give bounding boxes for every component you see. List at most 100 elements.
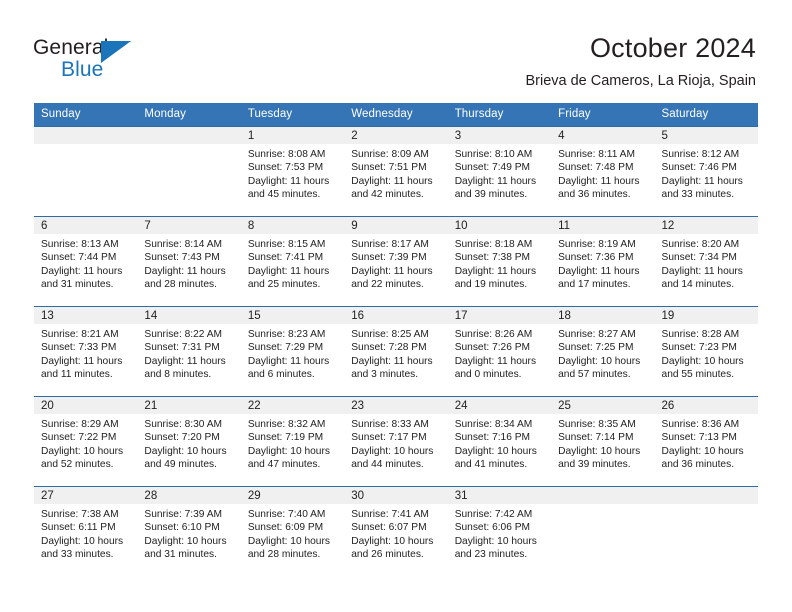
day-details: Sunrise: 7:39 AM Sunset: 6:10 PM Daylight:… [137, 504, 240, 562]
sunrise-text: Sunrise: 8:19 AM [558, 239, 636, 250]
calendar-day-cell[interactable]: 19 Sunrise: 8:28 AM Sunset: 7:23 PM Dayligh… [654, 306, 758, 397]
day-number: 27 [34, 487, 138, 504]
daylight-text-line2: and 31 minutes. [144, 549, 217, 561]
sunrise-text: Sunrise: 8:10 AM [454, 149, 533, 160]
calendar-day-cell[interactable]: 30 Sunrise: 7:41 AM Sunset: 6:07 PM Dayligh… [344, 486, 448, 577]
daylight-text-line2: and 57 minutes. [558, 369, 631, 381]
daylight-text-line2: and 28 minutes. [144, 279, 217, 291]
calendar-day-cell[interactable]: 17 Sunrise: 8:26 AM Sunset: 7:26 PM Dayligh… [447, 306, 552, 397]
daylight-text-line1: Daylight: 11 hours [247, 265, 330, 277]
day-number [34, 127, 138, 144]
sunset-text: Sunset: 7:26 PM [454, 342, 531, 354]
daylight-text-line2: and 8 minutes. [144, 369, 212, 381]
daylight-text-line2: and 39 minutes. [454, 189, 528, 201]
day-details: Sunrise: 8:17 AM Sunset: 7:39 PM Daylight:… [344, 234, 447, 292]
calendar-day-cell[interactable]: 11 Sunrise: 8:19 AM Sunset: 7:36 PM Dayligh… [551, 216, 655, 307]
general-blue-logo[interactable]: General Blue [33, 36, 163, 88]
day-details: Sunrise: 7:38 AM Sunset: 6:11 PM Daylight:… [34, 504, 137, 562]
calendar-day-cell[interactable]: 14 Sunrise: 8:22 AM Sunset: 7:31 PM Dayligh… [137, 306, 241, 397]
calendar-day-cell[interactable]: 24 Sunrise: 8:34 AM Sunset: 7:16 PM Dayligh… [447, 396, 552, 487]
sunrise-text: Sunrise: 8:18 AM [454, 239, 533, 250]
sunrise-text: Sunrise: 8:30 AM [144, 419, 223, 430]
calendar-day-cell[interactable]: 23 Sunrise: 8:33 AM Sunset: 7:17 PM Dayligh… [344, 396, 448, 487]
day-number: 9 [344, 217, 448, 234]
day-number: 14 [137, 307, 241, 324]
sunset-text: Sunset: 7:29 PM [247, 342, 324, 354]
calendar-day-cell[interactable]: 7 Sunrise: 8:14 AM Sunset: 7:43 PM Daylight… [137, 216, 241, 307]
calendar-day-cell[interactable]: 12 Sunrise: 8:20 AM Sunset: 7:34 PM Dayligh… [654, 216, 758, 307]
sunrise-text: Sunrise: 8:09 AM [351, 149, 429, 160]
day-number: 19 [654, 307, 758, 324]
sunrise-text: Sunrise: 7:40 AM [247, 509, 326, 520]
sunrise-text: Sunrise: 8:33 AM [351, 419, 429, 430]
calendar-day-cell[interactable]: 4 Sunrise: 8:11 AM Sunset: 7:48 PM Daylight… [551, 126, 655, 217]
calendar-day-cell[interactable]: 6 Sunrise: 8:13 AM Sunset: 7:44 PM Daylight… [34, 216, 138, 307]
daylight-text-line2: and 17 minutes. [558, 279, 631, 291]
calendar-day-cell[interactable]: 28 Sunrise: 7:39 AM Sunset: 6:10 PM Dayligh… [137, 486, 241, 577]
sunset-text: Sunset: 7:19 PM [247, 432, 324, 444]
day-number: 30 [344, 487, 448, 504]
daylight-text-line2: and 33 minutes. [41, 549, 114, 561]
calendar-day-cell[interactable]: 1 Sunrise: 8:08 AM Sunset: 7:53 PM Daylight… [240, 126, 345, 217]
calendar-day-cell[interactable]: 8 Sunrise: 8:15 AM Sunset: 7:41 PM Daylight… [240, 216, 345, 307]
day-number [654, 487, 758, 504]
weekday-header-row: Sunday Monday Tuesday Wednesday Thursday… [34, 103, 758, 127]
calendar-day-cell[interactable]: 10 Sunrise: 8:18 AM Sunset: 7:38 PM Dayligh… [447, 216, 552, 307]
daylight-text-line2: and 19 minutes. [454, 279, 528, 291]
day-details: Sunrise: 8:14 AM Sunset: 7:43 PM Daylight:… [137, 234, 240, 292]
day-details: Sunrise: 8:35 AM Sunset: 7:14 PM Daylight:… [551, 414, 654, 472]
day-number: 11 [551, 217, 655, 234]
day-details: Sunrise: 8:12 AM Sunset: 7:46 PM Daylight:… [655, 144, 758, 202]
day-details: Sunrise: 8:27 AM Sunset: 7:25 PM Daylight:… [551, 324, 654, 382]
daylight-text-line2: and 26 minutes. [351, 549, 424, 561]
daylight-text-line1: Daylight: 10 hours [41, 535, 124, 547]
daylight-text-line2: and 49 minutes. [144, 459, 217, 471]
calendar-day-cell[interactable]: 2 Sunrise: 8:09 AM Sunset: 7:51 PM Daylight… [344, 126, 448, 217]
sunset-text: Sunset: 6:11 PM [41, 522, 116, 534]
calendar-day-cell[interactable]: 18 Sunrise: 8:27 AM Sunset: 7:25 PM Dayligh… [551, 306, 655, 397]
day-number: 31 [447, 487, 552, 504]
calendar-day-cell[interactable]: 22 Sunrise: 8:32 AM Sunset: 7:19 PM Dayligh… [240, 396, 345, 487]
daylight-text-line2: and 41 minutes. [454, 459, 528, 471]
daylight-text-line1: Daylight: 11 hours [454, 175, 537, 187]
sunset-text: Sunset: 7:43 PM [144, 252, 220, 264]
calendar-day-cell[interactable]: 21 Sunrise: 8:30 AM Sunset: 7:20 PM Dayligh… [137, 396, 241, 487]
calendar-day-cell[interactable]: 20 Sunrise: 8:29 AM Sunset: 7:22 PM Dayligh… [34, 396, 138, 487]
day-details: Sunrise: 8:08 AM Sunset: 7:53 PM Daylight:… [241, 144, 344, 202]
sunset-text: Sunset: 7:39 PM [351, 252, 427, 264]
calendar-day-cell[interactable]: 5 Sunrise: 8:12 AM Sunset: 7:46 PM Daylight… [654, 126, 758, 217]
calendar-day-cell[interactable]: 26 Sunrise: 8:36 AM Sunset: 7:13 PM Dayligh… [654, 396, 758, 487]
day-details: Sunrise: 7:40 AM Sunset: 6:09 PM Daylight:… [241, 504, 344, 562]
daylight-text-line2: and 22 minutes. [351, 279, 424, 291]
sunrise-text: Sunrise: 8:29 AM [41, 419, 119, 430]
calendar-day-cell[interactable]: 9 Sunrise: 8:17 AM Sunset: 7:39 PM Daylight… [344, 216, 448, 307]
daylight-text-line1: Daylight: 10 hours [144, 535, 227, 547]
sunset-text: Sunset: 7:44 PM [41, 252, 117, 264]
calendar-day-cell[interactable]: 27 Sunrise: 7:38 AM Sunset: 6:11 PM Dayligh… [34, 486, 138, 577]
calendar-day-cell[interactable]: 3 Sunrise: 8:10 AM Sunset: 7:49 PM Daylight… [447, 126, 552, 217]
calendar-day-cell[interactable]: 15 Sunrise: 8:23 AM Sunset: 7:29 PM Dayligh… [240, 306, 345, 397]
day-details: Sunrise: 8:36 AM Sunset: 7:13 PM Daylight:… [655, 414, 758, 472]
calendar-day-cell[interactable]: 25 Sunrise: 8:35 AM Sunset: 7:14 PM Dayligh… [551, 396, 655, 487]
calendar-day-cell[interactable]: 29 Sunrise: 7:40 AM Sunset: 6:09 PM Dayligh… [240, 486, 345, 577]
daylight-text-line1: Daylight: 11 hours [144, 265, 226, 277]
sunrise-text: Sunrise: 8:14 AM [144, 239, 223, 250]
day-details: Sunrise: 8:15 AM Sunset: 7:41 PM Daylight:… [241, 234, 344, 292]
day-details: Sunrise: 8:09 AM Sunset: 7:51 PM Daylight:… [344, 144, 447, 202]
daylight-text-line1: Daylight: 11 hours [661, 265, 743, 277]
day-number: 2 [344, 127, 448, 144]
day-number: 28 [137, 487, 241, 504]
calendar-day-cell[interactable]: 16 Sunrise: 8:25 AM Sunset: 7:28 PM Dayligh… [344, 306, 448, 397]
sunset-text: Sunset: 7:53 PM [247, 162, 324, 174]
day-details: Sunrise: 8:19 AM Sunset: 7:36 PM Daylight:… [551, 234, 654, 292]
weekday-header-saturday: Saturday [654, 103, 758, 127]
daylight-text-line2: and 11 minutes. [41, 369, 113, 381]
sunset-text: Sunset: 6:06 PM [454, 522, 531, 534]
page-header: General Blue October 2024 Brieva de Came… [0, 0, 792, 100]
daylight-text-line1: Daylight: 10 hours [247, 445, 330, 457]
calendar-day-cell[interactable]: 31 Sunrise: 7:42 AM Sunset: 6:06 PM Dayligh… [447, 486, 552, 577]
day-number: 12 [654, 217, 758, 234]
day-number: 23 [344, 397, 448, 414]
calendar-day-cell[interactable]: 13 Sunrise: 8:21 AM Sunset: 7:33 PM Dayligh… [34, 306, 138, 397]
sunset-text: Sunset: 7:25 PM [558, 342, 634, 354]
